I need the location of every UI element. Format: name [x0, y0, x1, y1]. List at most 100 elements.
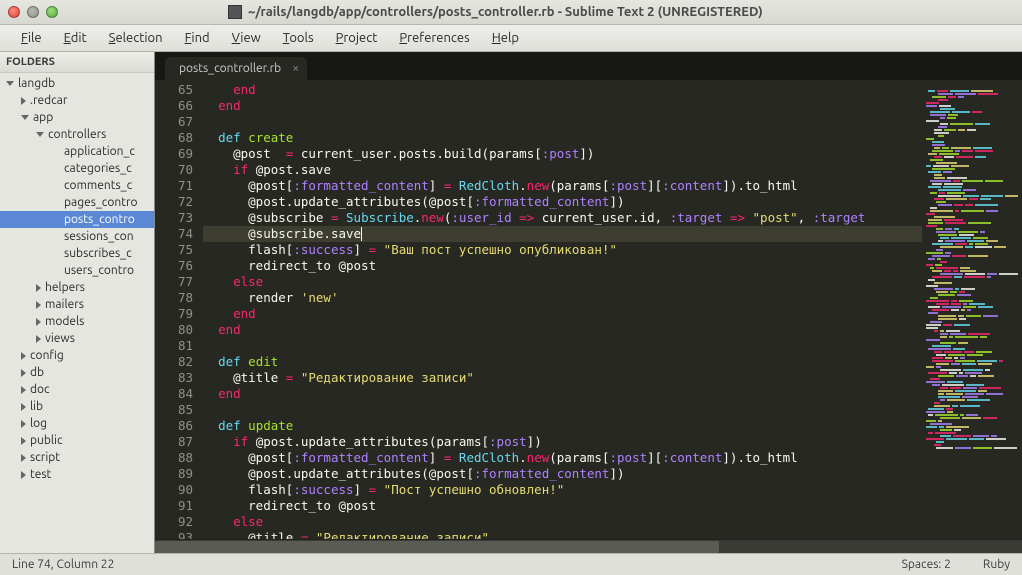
tree-item-label: users_contro [64, 264, 134, 277]
folder-closed-icon [21, 437, 26, 445]
tree-item-label: config [30, 349, 64, 362]
folder-open-icon [36, 132, 44, 137]
code-line[interactable]: @post.update_attributes(@post[:formatted… [203, 194, 922, 210]
tree-item-label: helpers [45, 281, 85, 294]
editor-area: posts_controller.rb × 656667686970717273… [155, 52, 1022, 553]
tree-item-db[interactable]: db [0, 364, 154, 381]
code-line[interactable]: @post.update_attributes(@post[:formatted… [203, 466, 922, 482]
tree-item-helpers[interactable]: helpers [0, 279, 154, 296]
code-line[interactable]: @post[:formatted_content] = RedCloth.new… [203, 450, 922, 466]
menu-help[interactable]: Help [481, 27, 530, 49]
horizontal-scrollbar-thumb[interactable] [155, 541, 719, 553]
code-line[interactable]: else [203, 274, 922, 290]
code-line[interactable]: end [203, 386, 922, 402]
content-area: FOLDERS langdb.redcarappcontrollersappli… [0, 52, 1022, 553]
tree-item-config[interactable]: config [0, 347, 154, 364]
menu-preferences[interactable]: Preferences [388, 27, 480, 49]
tree-item-sessions-con[interactable]: sessions_con [0, 228, 154, 245]
code-line[interactable]: redirect_to @post [203, 498, 922, 514]
code-line[interactable]: def update [203, 418, 922, 434]
tree-item-label: test [30, 468, 51, 481]
menu-find[interactable]: Find [174, 27, 221, 49]
code-area[interactable]: end end def create @post = current_user.… [203, 80, 922, 539]
code-line[interactable]: if @post.save [203, 162, 922, 178]
code-line[interactable]: else [203, 514, 922, 530]
app-icon [228, 5, 242, 19]
editor-body[interactable]: 6566676869707172737475767778798081828384… [155, 80, 1022, 539]
menu-file[interactable]: File [10, 27, 53, 49]
tree-item-subscribes-c[interactable]: subscribes_c [0, 245, 154, 262]
close-window-button[interactable] [8, 6, 20, 18]
tree-item-lib[interactable]: lib [0, 398, 154, 415]
tree-item-models[interactable]: models [0, 313, 154, 330]
tree-item-users-contro[interactable]: users_contro [0, 262, 154, 279]
menu-view[interactable]: View [221, 27, 272, 49]
tree-item-label: controllers [48, 128, 106, 141]
code-line[interactable]: end [203, 306, 922, 322]
folder-closed-icon [21, 420, 26, 428]
close-tab-icon[interactable]: × [292, 62, 299, 75]
code-line[interactable]: end [203, 82, 922, 98]
code-line[interactable]: @post = current_user.posts.build(params[… [203, 146, 922, 162]
status-bar: Line 74, Column 22 Spaces: 2 Ruby [0, 553, 1022, 575]
code-line[interactable] [203, 114, 922, 130]
folder-closed-icon [21, 97, 26, 105]
tree-item-categories-c[interactable]: categories_c [0, 160, 154, 177]
tree-item-pages-contro[interactable]: pages_contro [0, 194, 154, 211]
code-line[interactable]: flash[:success] = "Пост успешно обновлен… [203, 482, 922, 498]
tree-item-label: posts_contro [64, 213, 135, 226]
tree-item-app[interactable]: app [0, 109, 154, 126]
folder-open-icon [21, 115, 29, 120]
code-line[interactable]: end [203, 322, 922, 338]
maximize-window-button[interactable] [46, 6, 58, 18]
tree-item-application-c[interactable]: application_c [0, 143, 154, 160]
menu-tools[interactable]: Tools [272, 27, 325, 49]
file-icon [51, 266, 60, 275]
window-title: ~/rails/langdb/app/controllers/posts_con… [248, 5, 763, 19]
tree-item-langdb[interactable]: langdb [0, 75, 154, 92]
tree-item-posts-contro[interactable]: posts_contro [0, 211, 154, 228]
code-line[interactable]: end [203, 98, 922, 114]
menu-project[interactable]: Project [325, 27, 389, 49]
code-line[interactable]: render 'new' [203, 290, 922, 306]
syntax-setting[interactable]: Ruby [983, 558, 1010, 571]
code-line[interactable]: if @post.update_attributes(params[:post]… [203, 434, 922, 450]
tree-item-views[interactable]: views [0, 330, 154, 347]
horizontal-scrollbar[interactable] [155, 539, 1022, 553]
code-line[interactable]: def edit [203, 354, 922, 370]
code-line[interactable]: def create [203, 130, 922, 146]
code-line[interactable]: redirect_to @post [203, 258, 922, 274]
tree-item-controllers[interactable]: controllers [0, 126, 154, 143]
folder-closed-icon [36, 335, 41, 343]
tree-item-label: application_c [64, 145, 135, 158]
tree-item-comments-c[interactable]: comments_c [0, 177, 154, 194]
code-line[interactable] [203, 402, 922, 418]
code-line[interactable]: @subscribe = Subscribe.new(:user_id => c… [203, 210, 922, 226]
tree-item-log[interactable]: log [0, 415, 154, 432]
tree-item-test[interactable]: test [0, 466, 154, 483]
minimap[interactable] [922, 80, 1022, 539]
tree-item-label: db [30, 366, 44, 379]
menu-edit[interactable]: Edit [53, 27, 98, 49]
tree-item-public[interactable]: public [0, 432, 154, 449]
code-line[interactable]: flash[:success] = "Ваш пост успешно опуб… [203, 242, 922, 258]
tree-item-mailers[interactable]: mailers [0, 296, 154, 313]
code-line[interactable] [203, 338, 922, 354]
tree-item-doc[interactable]: doc [0, 381, 154, 398]
tree-item--redcar[interactable]: .redcar [0, 92, 154, 109]
tree-item-script[interactable]: script [0, 449, 154, 466]
folder-tree[interactable]: langdb.redcarapp controllers application_c… [0, 73, 154, 553]
menu-selection[interactable]: Selection [98, 27, 174, 49]
file-icon [51, 164, 60, 173]
minimize-window-button[interactable] [27, 6, 39, 18]
tree-item-label: lib [30, 400, 43, 413]
file-icon [51, 249, 60, 258]
tab-posts-controller[interactable]: posts_controller.rb × [165, 57, 307, 80]
code-line[interactable]: @post[:formatted_content] = RedCloth.new… [203, 178, 922, 194]
indentation-setting[interactable]: Spaces: 2 [902, 558, 951, 571]
tree-item-label: doc [30, 383, 50, 396]
code-line[interactable]: @title = "Редактирование записи" [203, 370, 922, 386]
code-line[interactable]: @title = "Редактирование записи" [203, 530, 922, 539]
code-line[interactable]: @subscribe.save [203, 226, 922, 242]
line-number-gutter: 6566676869707172737475767778798081828384… [155, 80, 203, 539]
